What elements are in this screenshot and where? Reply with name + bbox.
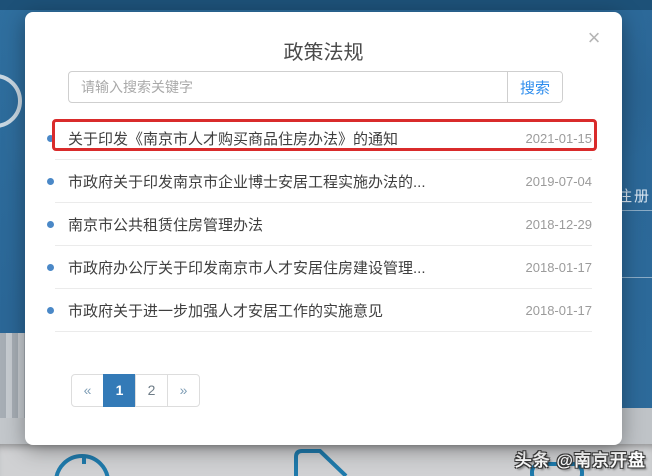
pagination-prev-button[interactable]: « <box>71 374 104 407</box>
modal-title: 政策法规 <box>283 42 364 64</box>
page-background: 注册 头条 @南京开盘 × 政策法规 搜索 关于印发《南京市人才购买商品住房办法… <box>0 0 652 476</box>
pagination-next-button[interactable]: » <box>167 374 200 407</box>
policy-title-link[interactable]: 关于印发《南京市人才购买商品住房办法》的通知 <box>68 128 514 149</box>
document-icon <box>294 449 348 476</box>
top-navbar-strip <box>0 0 652 10</box>
policy-list: 关于印发《南京市人才购买商品住房办法》的通知 2021-01-15 市政府关于印… <box>25 117 622 332</box>
search-bar: 搜索 <box>68 71 563 103</box>
policy-modal: × 政策法规 搜索 关于印发《南京市人才购买商品住房办法》的通知 2021-01… <box>25 12 622 445</box>
close-icon[interactable]: × <box>582 26 606 50</box>
bullet-icon <box>47 220 54 228</box>
list-item[interactable]: 市政府关于进一步加强人才安居工作的实施意见 2018-01-17 <box>47 289 593 332</box>
policy-date: 2019-07-04 <box>525 173 593 189</box>
register-link[interactable]: 注册 <box>617 185 651 206</box>
bullet-icon <box>47 306 54 314</box>
policy-date: 2021-01-15 <box>525 130 593 146</box>
policy-date: 2018-01-17 <box>525 302 593 318</box>
bullet-icon <box>47 263 54 271</box>
list-item[interactable]: 市政府办公厅关于印发南京市人才安居住房建设管理... 2018-01-17 <box>47 246 593 289</box>
list-item[interactable]: 南京市公共租赁住房管理办法 2018-12-29 <box>47 203 593 246</box>
policy-title-link[interactable]: 市政府办公厅关于印发南京市人才安居住房建设管理... <box>68 257 514 278</box>
pagination: « 1 2 » <box>71 374 200 407</box>
policy-title-link[interactable]: 南京市公共租赁住房管理办法 <box>68 214 514 235</box>
list-item[interactable]: 市政府关于印发南京市企业博士安居工程实施办法的... 2019-07-04 <box>47 160 593 203</box>
watermark-text: 头条 @南京开盘 <box>514 451 646 470</box>
bullet-icon <box>47 134 54 142</box>
pagination-page-1[interactable]: 1 <box>103 374 136 407</box>
search-button[interactable]: 搜索 <box>507 72 562 102</box>
search-input[interactable] <box>69 72 507 102</box>
policy-date: 2018-12-29 <box>525 216 593 232</box>
policy-title-link[interactable]: 市政府关于进一步加强人才安居工作的实施意见 <box>68 300 514 321</box>
bullet-icon <box>47 177 54 185</box>
pagination-page-2[interactable]: 2 <box>135 374 168 407</box>
list-item[interactable]: 关于印发《南京市人才购买商品住房办法》的通知 2021-01-15 <box>47 117 593 160</box>
policy-title-link[interactable]: 市政府关于印发南京市企业博士安居工程实施办法的... <box>68 171 514 192</box>
policy-date: 2018-01-17 <box>525 259 593 275</box>
